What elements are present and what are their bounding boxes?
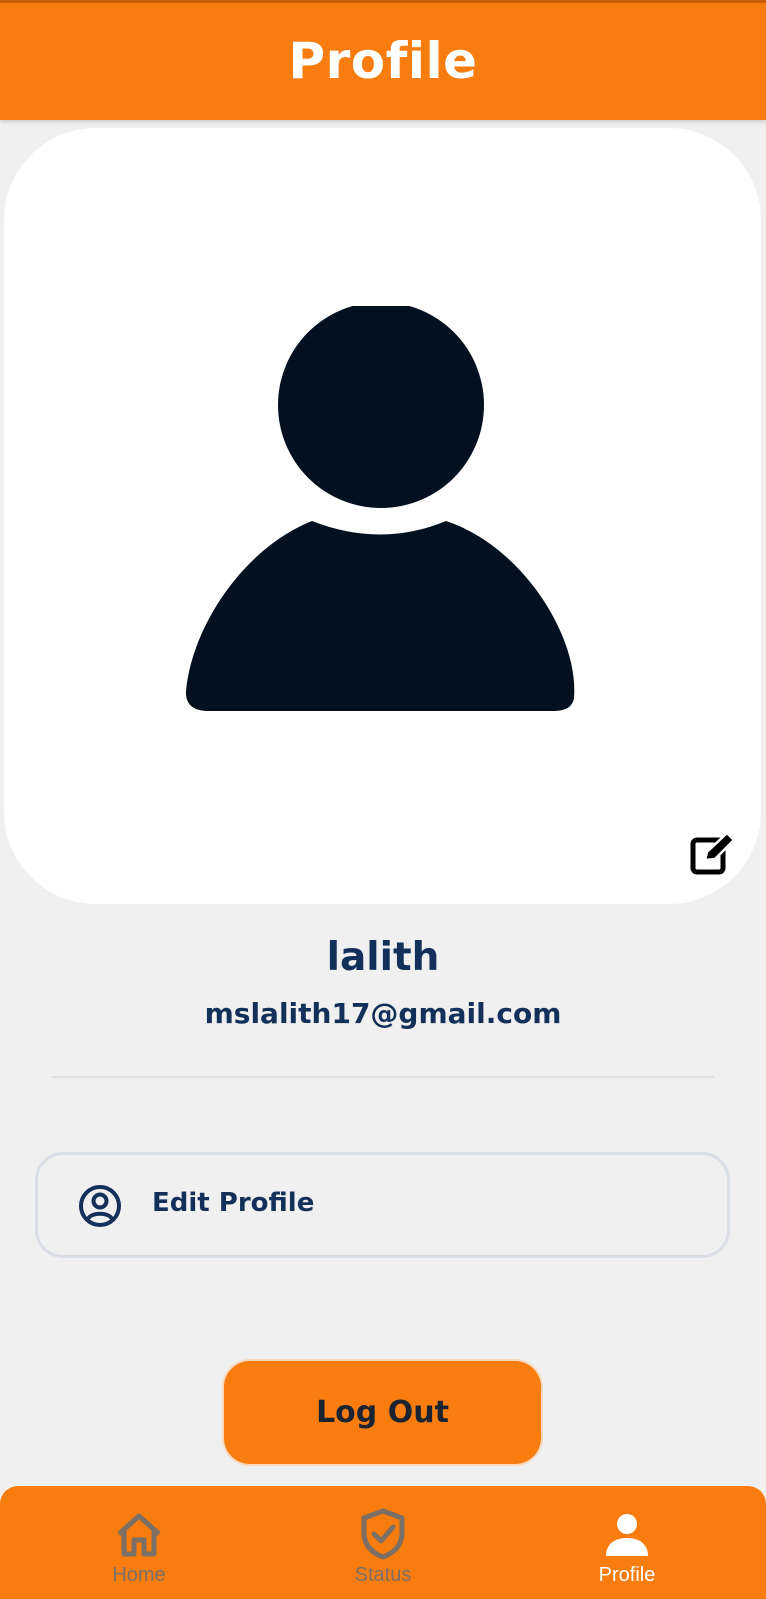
edit-profile-label: Edit Profile xyxy=(152,1188,315,1218)
home-icon xyxy=(117,1513,161,1557)
logout-label: Log Out xyxy=(316,1395,449,1430)
nav-home-label: Home xyxy=(112,1564,166,1586)
nav-profile-label: Profile xyxy=(598,1564,656,1586)
edit-icon xyxy=(690,831,736,875)
page-title: Profile xyxy=(288,31,478,90)
edit-photo-button[interactable] xyxy=(689,830,737,878)
edit-profile-button[interactable]: Edit Profile xyxy=(35,1152,730,1258)
profile-photo-card xyxy=(4,128,761,904)
bottom-navigation: Home Status Profile xyxy=(0,1486,766,1599)
user-name: lalith xyxy=(326,935,440,980)
nav-home[interactable]: Home xyxy=(69,1486,209,1599)
user-email: mslalith17@gmail.com xyxy=(204,997,562,1030)
app-header: Profile xyxy=(0,0,766,120)
person-silhouette-icon xyxy=(185,306,575,711)
nav-status-label: Status xyxy=(354,1564,412,1586)
shield-check-icon xyxy=(361,1508,405,1560)
nav-status[interactable]: Status xyxy=(313,1486,453,1599)
divider xyxy=(52,1076,714,1078)
user-circle-icon xyxy=(79,1185,121,1227)
person-icon xyxy=(606,1514,648,1556)
nav-profile[interactable]: Profile xyxy=(557,1486,697,1599)
logout-button[interactable]: Log Out xyxy=(224,1361,541,1464)
